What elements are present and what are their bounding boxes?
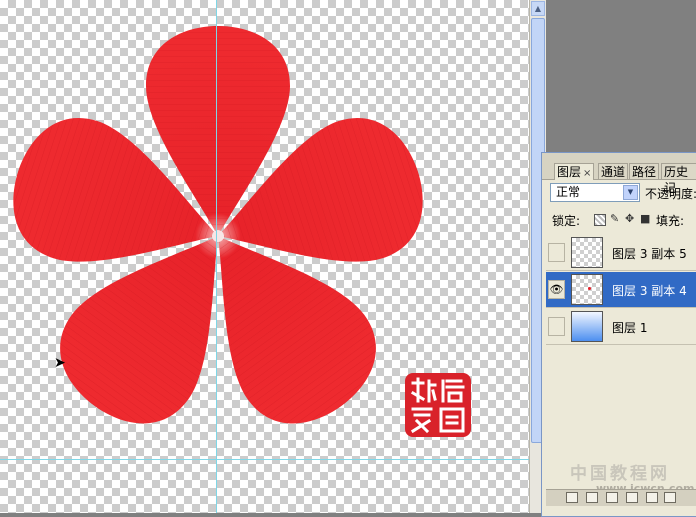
- layer-list: 图层 3 副本 5 👁 图层 3 副本 4 图层 1: [546, 235, 696, 347]
- move-cursor-icon: ➤: [54, 355, 66, 371]
- seal-stamp: [405, 373, 471, 437]
- lock-row: 锁定: ✎ ✥ ■ 填充:: [552, 211, 696, 229]
- layer-name: 图层 3 副本 4: [612, 284, 687, 298]
- layer-thumbnail: [571, 274, 603, 305]
- close-icon[interactable]: ×: [583, 168, 591, 179]
- link-layers-icon[interactable]: [566, 492, 578, 503]
- tab-paths-label: 路径: [632, 165, 657, 179]
- layer-name: 图层 1: [612, 321, 648, 335]
- lock-label: 锁定:: [552, 214, 581, 228]
- layer-thumbnail: [571, 237, 603, 268]
- flower-artwork: [0, 26, 471, 449]
- horizontal-guide: [0, 459, 529, 460]
- chevron-down-icon[interactable]: ▼: [623, 185, 638, 200]
- fill-label: 填充:: [656, 214, 685, 228]
- tab-channels[interactable]: 通道: [598, 163, 629, 179]
- blend-row: 正常 ▼ 不透明度:: [550, 183, 696, 205]
- visibility-toggle[interactable]: [548, 317, 565, 336]
- layer-name: 图层 3 副本 5: [612, 247, 687, 261]
- visibility-toggle[interactable]: [548, 243, 565, 262]
- panel-footer: [546, 489, 696, 506]
- document-canvas[interactable]: ➤: [0, 0, 529, 513]
- lock-transparency-icon[interactable]: [594, 214, 606, 226]
- tab-layers[interactable]: 图层 ×: [554, 163, 595, 180]
- flower: [0, 26, 440, 449]
- tab-paths[interactable]: 路径: [629, 163, 660, 179]
- opacity-label: 不透明度:: [645, 187, 696, 201]
- layer-row[interactable]: 图层 3 副本 5: [546, 235, 696, 271]
- layers-panel: 图层 × 通道 路径 历史记 正常 ▼ 不透明度: 锁定: ✎ ✥ ■ 填充: 图…: [541, 152, 696, 517]
- new-group-icon[interactable]: [646, 492, 658, 503]
- scroll-up-arrow-icon[interactable]: ▲: [531, 1, 545, 16]
- layer-style-icon[interactable]: [586, 492, 598, 503]
- layer-row-selected[interactable]: 👁 图层 3 副本 4: [546, 272, 696, 308]
- thumbnail-dot: [588, 287, 591, 290]
- add-mask-icon[interactable]: [606, 492, 618, 503]
- new-layer-icon[interactable]: [664, 492, 676, 503]
- panel-tab-bar: 图层 × 通道 路径 历史记: [542, 153, 696, 195]
- tab-history[interactable]: 历史记: [661, 163, 696, 195]
- watermark-text: 中国教程网: [570, 464, 670, 484]
- layer-list-empty-area: 中国教程网 www.jcwcn.com: [542, 349, 696, 495]
- blend-mode-value: 正常: [556, 185, 581, 199]
- vertical-guide: [216, 0, 217, 513]
- tab-channels-label: 通道: [601, 165, 626, 179]
- tab-layers-label: 图层: [557, 165, 582, 179]
- lock-all-icon[interactable]: ■: [640, 213, 650, 224]
- lock-brush-icon[interactable]: ✎: [610, 213, 620, 224]
- new-fill-layer-icon[interactable]: [626, 492, 638, 503]
- layer-thumbnail: [571, 311, 603, 342]
- lock-move-icon[interactable]: ✥: [625, 213, 635, 224]
- layer-row[interactable]: 图层 1: [546, 309, 696, 345]
- blend-mode-select[interactable]: 正常 ▼: [550, 183, 640, 202]
- eye-icon[interactable]: 👁: [548, 280, 565, 299]
